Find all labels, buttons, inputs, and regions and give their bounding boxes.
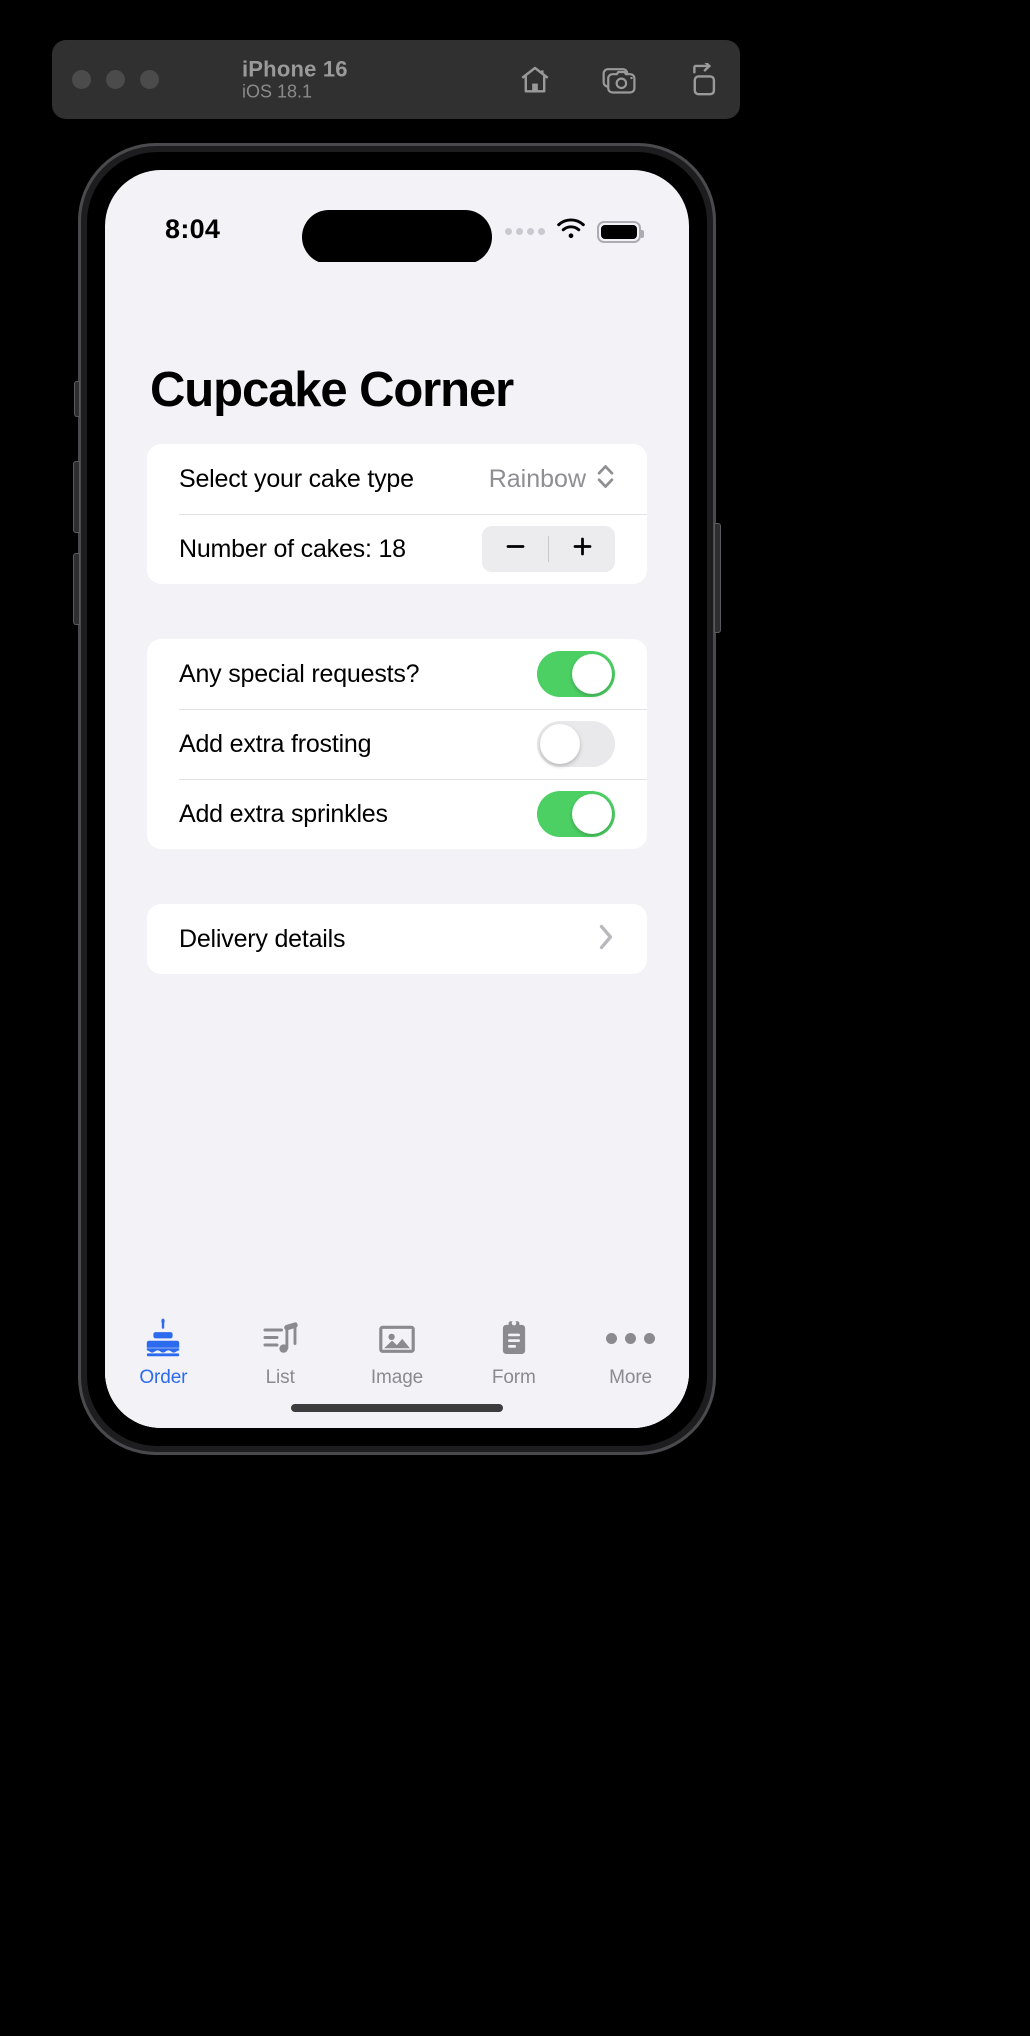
volume-down-button[interactable]: [73, 553, 80, 625]
minus-icon: [503, 534, 528, 564]
simulator-device-info: iPhone 16 iOS 18.1: [242, 56, 348, 102]
maximize-button[interactable]: [140, 70, 159, 89]
stepper-increment-button[interactable]: [549, 526, 615, 572]
delivery-details-label: Delivery details: [179, 924, 346, 953]
home-icon[interactable]: [518, 63, 552, 97]
simulator-toolbar: [518, 62, 720, 97]
cellular-dots-icon: [505, 228, 545, 235]
extras-section: Any special requests? Add extra frosting…: [147, 639, 647, 849]
iphone-frame: 8:04 Cupcake Corner Select your cake typ…: [73, 143, 721, 1455]
tab-label-more: More: [609, 1367, 653, 1388]
tab-order[interactable]: Order: [113, 1316, 213, 1389]
wifi-icon: [556, 218, 586, 245]
extra-sprinkles-row: Add extra sprinkles: [147, 779, 647, 849]
photo-icon: [376, 1316, 418, 1360]
status-bar-time: 8:04: [165, 214, 221, 244]
toggle-knob: [572, 654, 612, 694]
extra-sprinkles-label: Add extra sprinkles: [179, 799, 388, 828]
power-button[interactable]: [714, 523, 721, 633]
cake-count-label: Number of cakes: 18: [179, 534, 406, 563]
close-button[interactable]: [72, 70, 91, 89]
stepper-decrement-button[interactable]: [482, 526, 548, 572]
delivery-details-row[interactable]: Delivery details: [147, 904, 647, 974]
tab-more[interactable]: More: [581, 1316, 681, 1389]
cake-type-label: Select your cake type: [179, 464, 414, 493]
os-version: iOS 18.1: [242, 81, 313, 102]
ellipsis-icon: [606, 1316, 656, 1360]
app-content: Cupcake Corner Select your cake type Rai…: [105, 262, 689, 1428]
plus-icon: [570, 534, 595, 564]
cake-count-row: Number of cakes: 18: [147, 514, 647, 584]
status-bar-indicators: [505, 218, 644, 245]
chevron-up-down-icon: [596, 463, 615, 495]
volume-up-button[interactable]: [73, 461, 80, 533]
tab-label-list: List: [265, 1367, 295, 1388]
cake-type-value: Rainbow: [488, 464, 586, 493]
rotate-icon[interactable]: [688, 62, 720, 97]
birthday-cake-icon: [142, 1316, 184, 1360]
simulator-titlebar: iPhone 16 iOS 18.1: [52, 40, 740, 119]
order-section: Select your cake type Rainbow Number of …: [147, 444, 647, 584]
tab-form[interactable]: Form: [464, 1316, 564, 1389]
quantity-stepper[interactable]: [482, 526, 615, 572]
extra-frosting-row: Add extra frosting: [147, 709, 647, 779]
home-indicator[interactable]: [291, 1404, 503, 1412]
tab-list[interactable]: List: [230, 1316, 330, 1389]
extra-frosting-toggle[interactable]: [537, 721, 615, 767]
status-bar: 8:04: [105, 170, 689, 264]
battery-full-icon: [597, 220, 644, 243]
chevron-right-icon: [597, 922, 615, 957]
device-name: iPhone 16: [242, 56, 348, 82]
cake-type-picker[interactable]: Rainbow: [489, 463, 615, 495]
toggle-knob: [540, 724, 580, 764]
delivery-section: Delivery details: [147, 904, 647, 974]
special-requests-row: Any special requests?: [147, 639, 647, 709]
tab-bar: Order List Image Form More: [105, 1302, 689, 1428]
tab-image[interactable]: Image: [347, 1316, 447, 1389]
music-list-icon: [259, 1316, 301, 1360]
mute-switch[interactable]: [74, 381, 80, 417]
tab-label-image: Image: [370, 1367, 424, 1388]
cake-type-row[interactable]: Select your cake type Rainbow: [147, 444, 647, 514]
special-requests-label: Any special requests?: [179, 659, 420, 688]
page-title: Cupcake Corner: [150, 363, 514, 417]
window-controls[interactable]: [72, 70, 159, 89]
dynamic-island: [302, 210, 492, 264]
extra-frosting-label: Add extra frosting: [179, 729, 372, 758]
toggle-knob: [572, 794, 612, 834]
special-requests-toggle[interactable]: [537, 651, 615, 697]
tab-label-form: Form: [491, 1367, 536, 1388]
screenshot-icon[interactable]: [602, 63, 638, 97]
clipboard-icon: [493, 1316, 535, 1360]
phone-bezel: 8:04 Cupcake Corner Select your cake typ…: [87, 152, 707, 1446]
phone-screen: 8:04 Cupcake Corner Select your cake typ…: [105, 170, 689, 1428]
extra-sprinkles-toggle[interactable]: [537, 791, 615, 837]
tab-label-order: Order: [139, 1367, 188, 1388]
minimize-button[interactable]: [106, 70, 125, 89]
